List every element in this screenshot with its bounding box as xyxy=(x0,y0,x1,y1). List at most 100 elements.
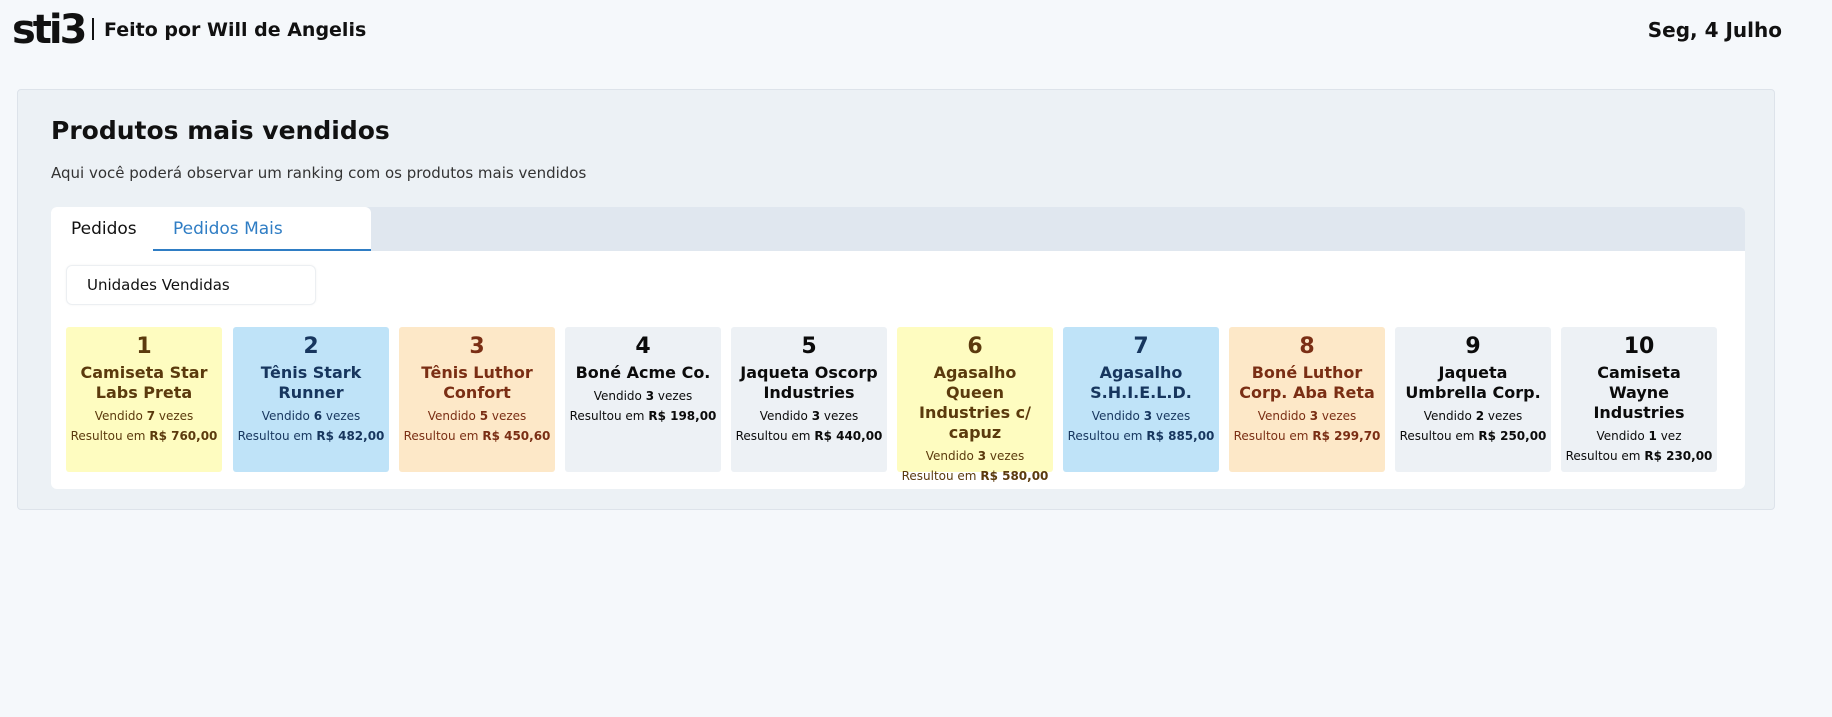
rank-number: 1 xyxy=(136,334,152,359)
product-card[interactable]: 7 Agasalho S.H.I.E.L.D. Vendido 3 vezes … xyxy=(1063,327,1219,472)
product-card[interactable]: 6 Agasalho Queen Industries c/ capuz Ven… xyxy=(897,327,1053,483)
tab-bar: Pedidos Pedidos Mais Vendidos xyxy=(51,207,1745,283)
sti3-logo[interactable]: sti3 xyxy=(12,6,88,54)
sold-count-line: Vendido 3 vezes xyxy=(1063,406,1219,426)
product-card[interactable]: 2 Tênis Stark Runner Vendido 6 vezes Res… xyxy=(233,327,389,472)
sold-count: 3 xyxy=(977,449,987,463)
sold-count: 5 xyxy=(479,409,489,423)
sold-suffix: vezes xyxy=(657,389,693,403)
product-card[interactable]: 8 Boné Luthor Corp. Aba Reta Vendido 3 v… xyxy=(1229,327,1385,472)
rank-number: 9 xyxy=(1465,334,1481,359)
page-title: Produtos mais vendidos xyxy=(51,116,390,145)
result-prefix: Resultou em xyxy=(901,469,977,483)
sold-suffix: vezes xyxy=(1321,409,1357,423)
sold-count-line: Vendido 2 vezes xyxy=(1395,406,1551,426)
product-name: Tênis Luthor Confort xyxy=(421,363,533,402)
tab-pedidos-mais-vendidos[interactable]: Pedidos Mais Vendidos xyxy=(153,207,371,283)
sold-prefix: Vendido xyxy=(261,409,310,423)
sold-suffix: vezes xyxy=(823,409,859,423)
tab-pedidos[interactable]: Pedidos xyxy=(51,207,153,251)
product-card[interactable]: 10 Camiseta Wayne Industries Vendido 1 v… xyxy=(1561,327,1717,472)
sold-suffix: vezes xyxy=(989,449,1025,463)
sold-prefix: Vendido xyxy=(1596,429,1645,443)
product-card[interactable]: 9 Jaqueta Umbrella Corp. Vendido 2 vezes… xyxy=(1395,327,1551,472)
result-prefix: Resultou em xyxy=(1399,429,1475,443)
sold-count: 3 xyxy=(645,389,655,403)
sold-suffix: vez xyxy=(1660,429,1682,443)
sold-count: 1 xyxy=(1648,429,1657,443)
sold-count-line: Vendido 5 vezes xyxy=(399,406,555,426)
sold-count-line: Vendido 1 vez xyxy=(1561,426,1717,446)
tab-content: Unidades Vendidas 1 Camiseta Star Labs P… xyxy=(51,251,1745,489)
result-prefix: Resultou em xyxy=(1233,429,1309,443)
sold-prefix: Vendido xyxy=(94,409,143,423)
sold-count-line: Vendido 6 vezes xyxy=(233,406,389,426)
sold-count: 6 xyxy=(313,409,323,423)
revenue-value: R$ 482,00 xyxy=(316,429,385,443)
sold-count-line: Vendido 3 vezes xyxy=(897,446,1053,466)
sold-prefix: Vendido xyxy=(1257,409,1306,423)
revenue-value: R$ 885,00 xyxy=(1146,429,1215,443)
revenue-line: Resultou em R$ 250,00 xyxy=(1395,426,1551,446)
sold-prefix: Vendido xyxy=(1091,409,1140,423)
product-card[interactable]: 4 Boné Acme Co. Vendido 3 vezes Resultou… xyxy=(565,327,721,472)
revenue-value: R$ 580,00 xyxy=(980,469,1049,483)
rank-number: 7 xyxy=(1133,334,1149,359)
revenue-line: Resultou em R$ 299,70 xyxy=(1229,426,1385,446)
current-date: Seg, 4 Julho xyxy=(1647,18,1782,42)
revenue-value: R$ 198,00 xyxy=(648,409,717,423)
sold-count: 3 xyxy=(811,409,821,423)
sold-count-line: Vendido 3 vezes xyxy=(731,406,887,426)
sold-count-line: Vendido 3 vezes xyxy=(1229,406,1385,426)
sold-suffix: vezes xyxy=(1487,409,1523,423)
sold-prefix: Vendido xyxy=(427,409,476,423)
revenue-value: R$ 230,00 xyxy=(1644,449,1713,463)
sold-prefix: Vendido xyxy=(925,449,974,463)
rank-number: 2 xyxy=(303,334,319,359)
revenue-value: R$ 760,00 xyxy=(149,429,218,443)
rank-number: 8 xyxy=(1299,334,1315,359)
result-prefix: Resultou em xyxy=(1067,429,1143,443)
revenue-line: Resultou em R$ 482,00 xyxy=(233,426,389,446)
product-ranking-list: 1 Camiseta Star Labs Preta Vendido 7 vez… xyxy=(66,327,1726,483)
revenue-line: Resultou em R$ 198,00 xyxy=(565,406,721,426)
rank-number: 4 xyxy=(635,334,651,359)
result-prefix: Resultou em xyxy=(735,429,811,443)
revenue-value: R$ 450,60 xyxy=(482,429,551,443)
sold-suffix: vezes xyxy=(158,409,194,423)
top-bar: sti3 Feito por Will de Angelis Seg, 4 Ju… xyxy=(0,0,1832,62)
credit-text: Feito por Will de Angelis xyxy=(92,18,366,42)
revenue-line: Resultou em R$ 450,60 xyxy=(399,426,555,446)
credit-label: Feito por Will de Angelis xyxy=(104,19,367,41)
units-sold-selector[interactable]: Unidades Vendidas xyxy=(66,265,316,305)
revenue-value: R$ 250,00 xyxy=(1478,429,1547,443)
product-card[interactable]: 5 Jaqueta Oscorp Industries Vendido 3 ve… xyxy=(731,327,887,472)
result-prefix: Resultou em xyxy=(1565,449,1641,463)
sold-count: 2 xyxy=(1475,409,1485,423)
rank-number: 10 xyxy=(1623,334,1655,359)
sold-count: 3 xyxy=(1309,409,1319,423)
product-name: Camiseta Star Labs Preta xyxy=(80,363,208,402)
product-card[interactable]: 1 Camiseta Star Labs Preta Vendido 7 vez… xyxy=(66,327,222,472)
product-card[interactable]: 3 Tênis Luthor Confort Vendido 5 vezes R… xyxy=(399,327,555,472)
product-name: Camiseta Wayne Industries xyxy=(1593,363,1685,422)
revenue-line: Resultou em R$ 230,00 xyxy=(1561,446,1717,466)
sold-suffix: vezes xyxy=(1155,409,1191,423)
revenue-line: Resultou em R$ 440,00 xyxy=(731,426,887,446)
revenue-line: Resultou em R$ 885,00 xyxy=(1063,426,1219,446)
revenue-value: R$ 299,70 xyxy=(1312,429,1381,443)
rank-number: 6 xyxy=(967,334,983,359)
sold-prefix: Vendido xyxy=(593,389,642,403)
product-name: Tênis Stark Runner xyxy=(260,363,362,402)
revenue-line: Resultou em R$ 580,00 xyxy=(897,466,1053,486)
sold-prefix: Vendido xyxy=(759,409,808,423)
sold-count: 3 xyxy=(1143,409,1153,423)
result-prefix: Resultou em xyxy=(403,429,479,443)
result-prefix: Resultou em xyxy=(237,429,313,443)
product-name: Boné Acme Co. xyxy=(575,363,711,382)
result-prefix: Resultou em xyxy=(569,409,645,423)
product-name: Jaqueta Umbrella Corp. xyxy=(1405,363,1541,402)
rank-number: 3 xyxy=(469,334,485,359)
sold-count: 7 xyxy=(146,409,156,423)
product-name: Boné Luthor Corp. Aba Reta xyxy=(1239,363,1375,402)
